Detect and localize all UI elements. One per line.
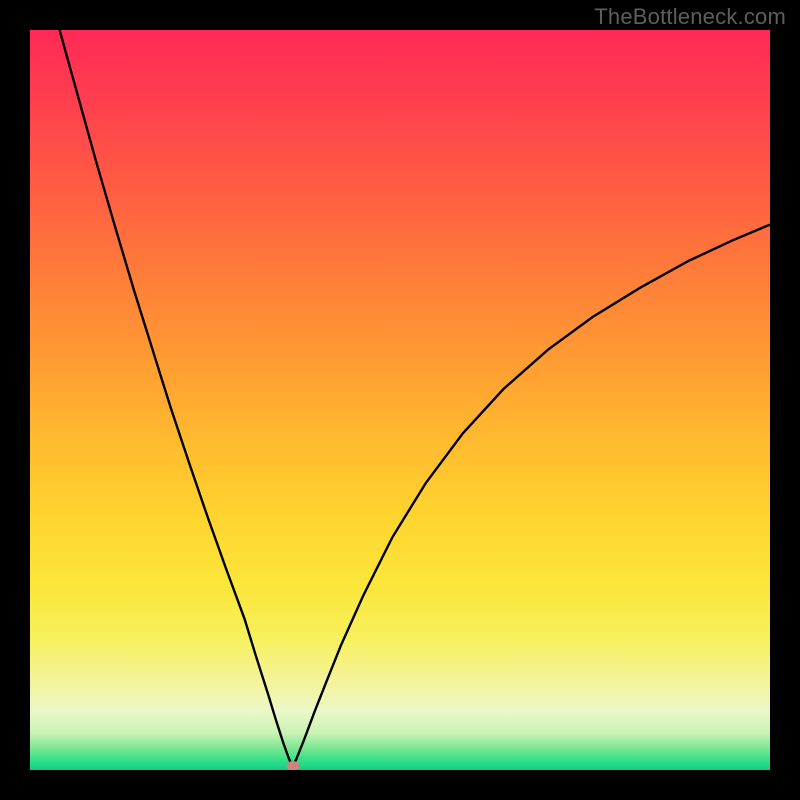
- curve-right: [293, 225, 770, 767]
- plot-area: [30, 30, 770, 770]
- curve-left: [60, 30, 293, 766]
- curve-svg: [30, 30, 770, 770]
- chart-frame: TheBottleneck.com: [0, 0, 800, 800]
- watermark-text: TheBottleneck.com: [594, 4, 786, 30]
- minimum-marker: [286, 761, 299, 770]
